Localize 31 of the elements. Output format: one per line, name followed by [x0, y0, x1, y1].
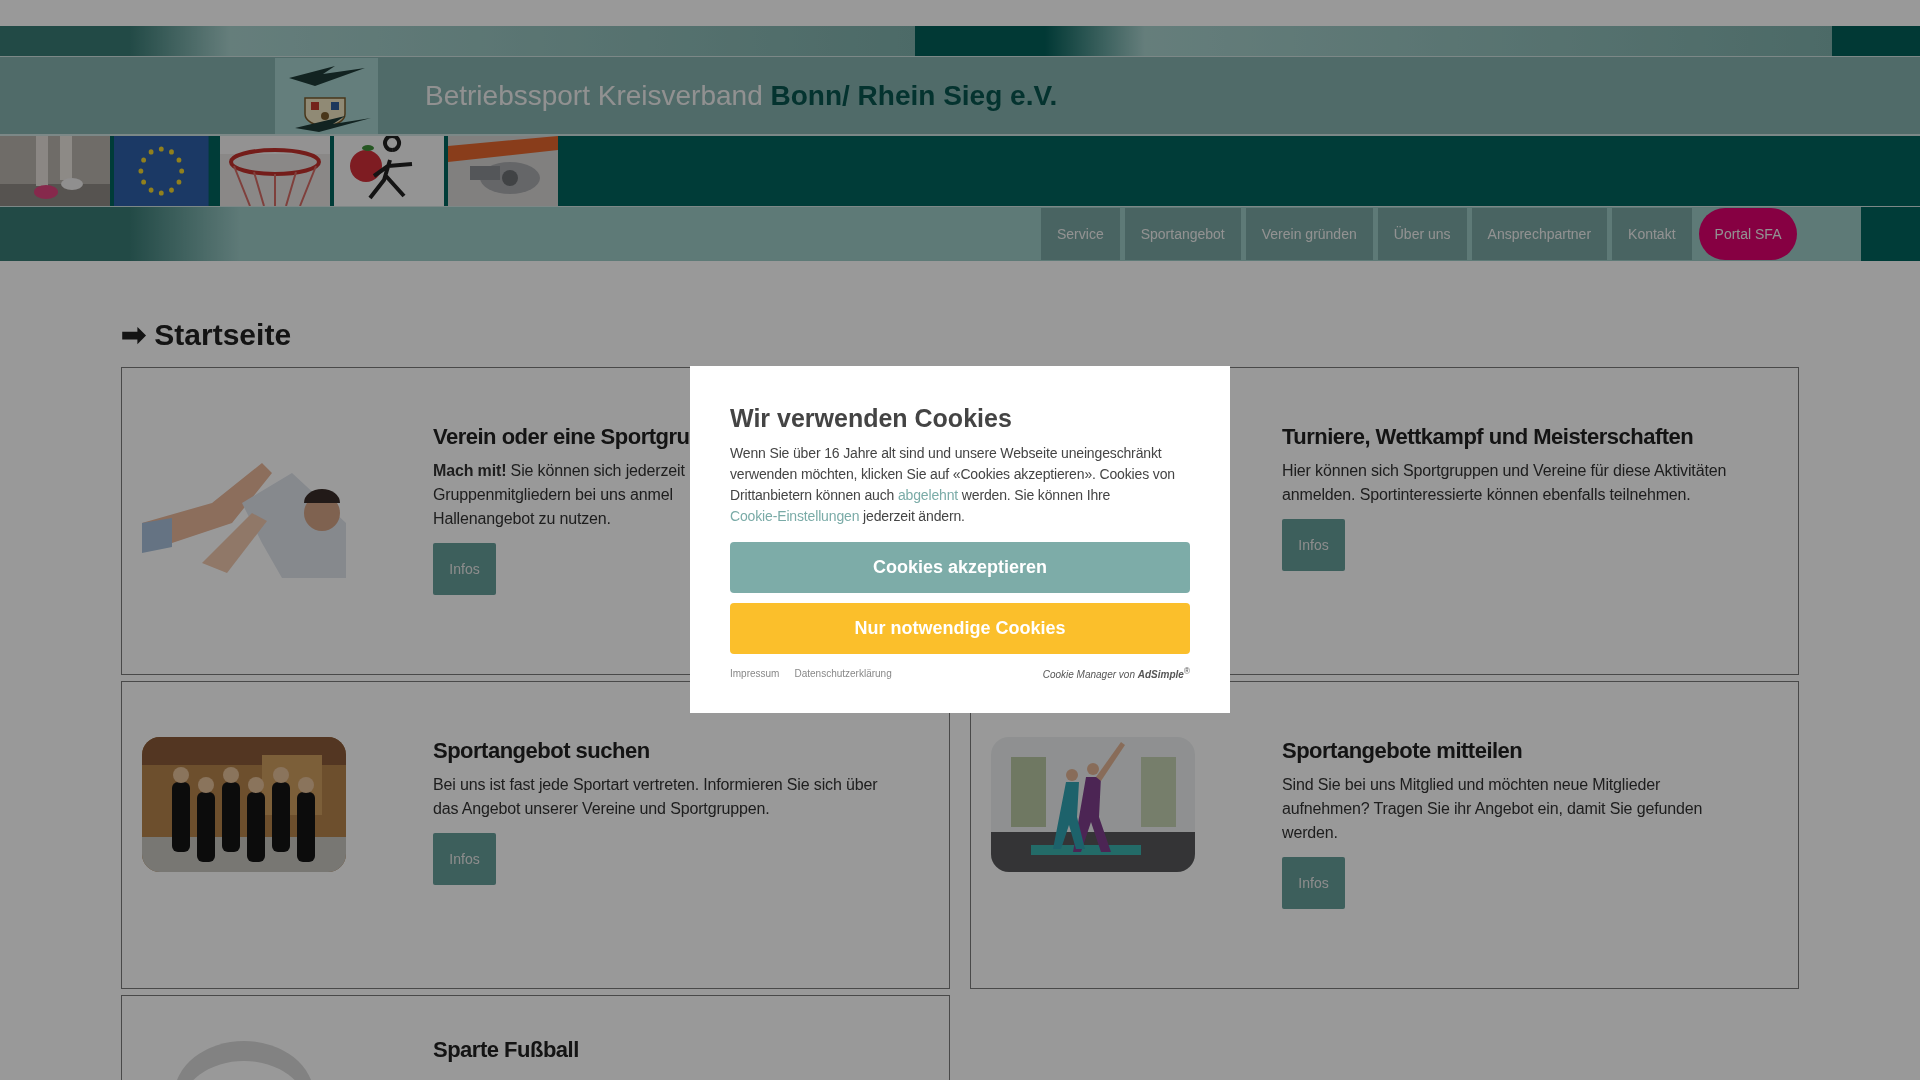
nav-link[interactable]: Service: [1041, 208, 1120, 260]
crest-logo[interactable]: [275, 57, 378, 134]
infos-button[interactable]: Infos: [433, 543, 496, 595]
footer-link[interactable]: Datenschutzerklärung: [794, 667, 892, 679]
infos-button[interactable]: Infos: [1282, 519, 1345, 571]
card-title: Sportangebot suchen: [433, 737, 651, 765]
card-text: Sind Sie bei uns Mitglied und möchten neue Mitglieder aufnehmen? Tragen Sie ihr Angebot ein, damit Sie gefunden werden.: [1282, 775, 1703, 843]
card-text: Mach mit! Sie können sich jederzeit Gruppenmitgliedern bei uns anmel Hallenangebot zu nutzen.: [433, 461, 686, 529]
site-title[interactable]: Betriebssport Kreisverband Bonn/ Rhein Sieg e.V.: [425, 79, 1058, 112]
nav-link[interactable]: Über uns: [1377, 208, 1467, 260]
necessary-button[interactable]: Nur notwendige Cookies: [730, 603, 1190, 654]
page-heading: ➡ Startseite: [121, 317, 293, 353]
infos-button[interactable]: Infos: [1282, 857, 1345, 909]
nav-link[interactable]: Kontakt: [1612, 208, 1692, 260]
dialog-title: Wir verwenden Cookies: [730, 404, 1013, 433]
cookie-text: Wenn Sie über 16 Jahre alt sind und unsere Webseite uneingeschränkt verwenden möchten, klicken Sie auf «Cookies akzeptieren». Cookies von Drittanbietern können auch abgelehnt werden. Sie können Ihre Cookie-Einstellungen jederzeit ändern.: [730, 444, 1176, 526]
footer-link[interactable]: Impressum: [730, 667, 780, 679]
credit-text: Cookie Manager von AdSimple$^{®}$: [1042, 666, 1190, 681]
card-title: Sportangebote mitteilen: [1282, 737, 1524, 765]
text-link[interactable]: Cookie-Einstellungen: [730, 508, 860, 524]
card-text: Hier können sich Sportgruppen und Vereine für diese Aktivitäten anmelden. Sportinteressierte können ebenfalls teilnehmen.: [1282, 461, 1727, 505]
infos-button[interactable]: Infos: [433, 833, 496, 885]
card-text: Bei uns ist fast jede Sportart vertreten. Informieren Sie sich über das Angebot unserer Vereine und Sportgruppen.: [433, 775, 878, 819]
nav-link[interactable]: Verein gründen: [1245, 208, 1373, 260]
nav-link[interactable]: Sportangebot: [1124, 208, 1241, 260]
card-title: Verein oder eine Sportgru: [433, 423, 690, 451]
accept-button[interactable]: Cookies akzeptieren: [730, 542, 1190, 593]
nav-link[interactable]: Ansprechpartner: [1471, 208, 1608, 260]
text-link[interactable]: abgelehnt: [897, 487, 959, 503]
card-title: Turniere, Wettkampf und Meisterschaften: [1282, 423, 1695, 451]
card-title: Sparte Fußball: [433, 1036, 579, 1064]
